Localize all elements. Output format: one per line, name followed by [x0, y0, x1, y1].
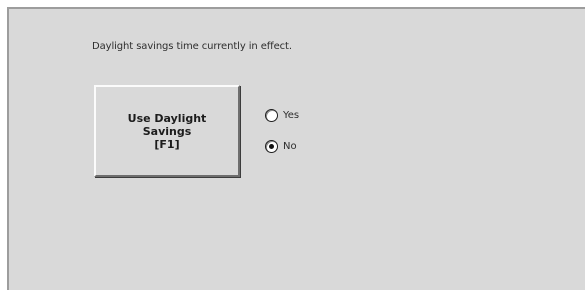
status-message: Daylight savings time currently in effec…	[92, 41, 292, 52]
radio-yes[interactable]: Yes	[265, 109, 299, 122]
radio-selected-dot-icon	[269, 144, 274, 149]
radio-yes-circle-icon[interactable]	[265, 109, 278, 122]
radio-no[interactable]: No	[265, 140, 297, 153]
use-daylight-savings-button[interactable]: Use Daylight Savings [F1]	[94, 85, 240, 177]
use-daylight-savings-button-label: Use Daylight Savings [F1]	[127, 111, 207, 151]
radio-yes-label: Yes	[283, 110, 300, 121]
daylight-savings-panel: Daylight savings time currently in effec…	[7, 7, 585, 290]
radio-no-label: No	[283, 141, 297, 152]
radio-no-circle-icon[interactable]	[265, 140, 278, 153]
